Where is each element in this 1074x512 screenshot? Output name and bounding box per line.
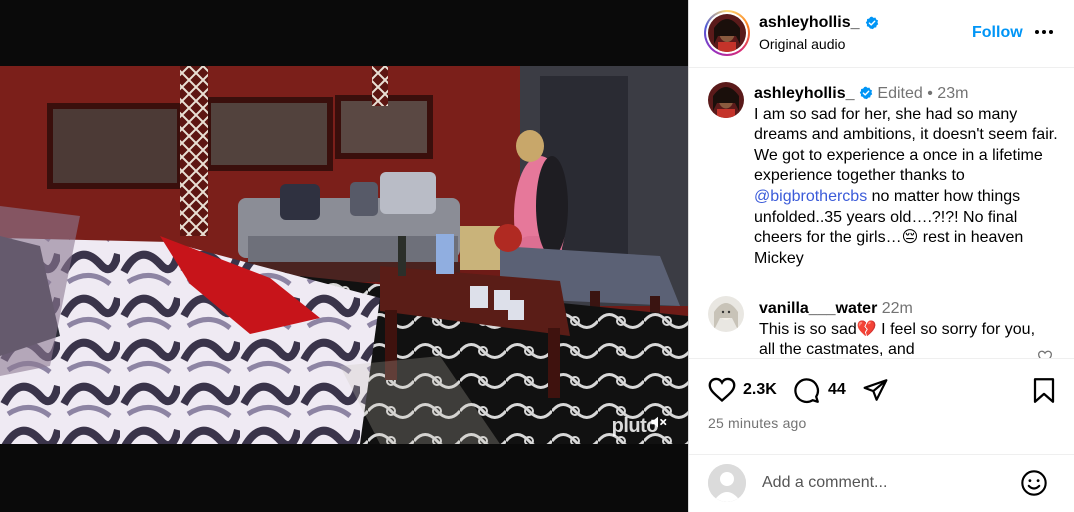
current-user-avatar [708, 464, 746, 502]
post-time-ago[interactable]: 25 minutes ago [708, 415, 807, 431]
meta-separator: • [927, 85, 933, 102]
caption-time[interactable]: 23m [937, 85, 968, 102]
bookmark-icon[interactable] [1032, 377, 1056, 404]
video-frame-illustration [0, 66, 688, 444]
post-author[interactable]: ashleyhollis_ [759, 14, 879, 32]
comment-text: This is so sad💔 I feel so sorry for you,… [759, 320, 1036, 358]
send-icon[interactable] [862, 377, 889, 403]
caption-avatar[interactable] [708, 82, 744, 118]
follow-button[interactable]: Follow [972, 24, 1023, 42]
audio-link[interactable]: Original audio [759, 36, 845, 52]
smiley-icon[interactable] [1020, 469, 1048, 497]
comments-count[interactable]: 44 [828, 381, 846, 399]
avatar [708, 14, 746, 52]
comment-item: vanilla___water 22m This is so sad💔 I fe… [759, 299, 1049, 358]
verified-badge-icon [859, 86, 873, 100]
comment-time[interactable]: 22m [882, 300, 913, 317]
mention-link[interactable]: @bigbrothercbs [754, 188, 867, 205]
post-author-username[interactable]: ashleyhollis_ [759, 14, 860, 32]
verified-badge-icon [865, 16, 878, 30]
post-side-panel: ashleyhollis_ Original audio Follow ashl… [688, 0, 1074, 512]
caption-text-1: I am so sad for her, she had so many dre… [754, 105, 1058, 185]
comments-list[interactable]: ashleyhollis_ Edited • 23m I am so sad f… [689, 68, 1074, 358]
post-header: ashleyhollis_ Original audio Follow [689, 0, 1074, 68]
video-player[interactable]: pluto [0, 66, 688, 444]
caption: ashleyhollis_ Edited • 23m I am so sad f… [754, 84, 1059, 269]
post-actions: 2.3K 44 25 minutes ago [689, 358, 1074, 454]
more-horizontal-icon[interactable] [1032, 22, 1056, 42]
comment-like-heart-icon[interactable] [1037, 350, 1053, 358]
commenter-username[interactable]: vanilla___water [759, 300, 877, 317]
heart-icon[interactable] [708, 377, 736, 403]
caption-username[interactable]: ashleyhollis_ [754, 85, 855, 102]
speaker-muted-icon[interactable] [646, 410, 670, 434]
add-comment-input[interactable] [760, 471, 1014, 495]
likes-count[interactable]: 2.3K [743, 381, 777, 399]
post-media[interactable]: pluto [0, 0, 688, 512]
story-ring-avatar[interactable] [704, 10, 750, 56]
add-comment-bar [689, 454, 1074, 512]
commenter-avatar[interactable] [708, 296, 744, 332]
comment-icon[interactable] [793, 377, 820, 404]
edited-label: Edited [877, 85, 923, 102]
